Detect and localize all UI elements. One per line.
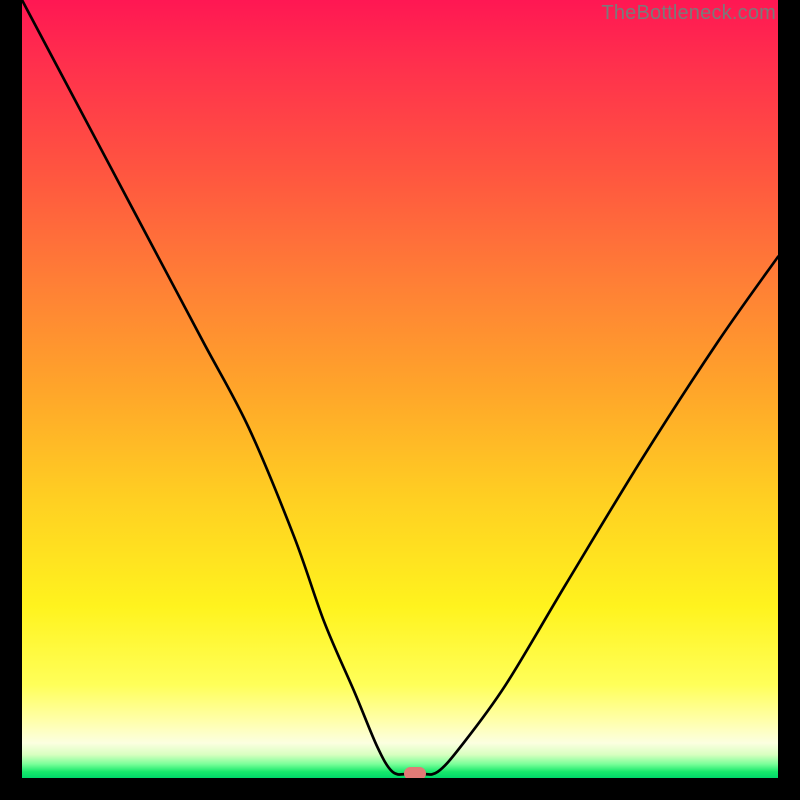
plot-area [22,0,778,778]
minimum-marker [404,767,426,778]
chart-stage: TheBottleneck.com [0,0,800,800]
watermark-text: TheBottleneck.com [601,2,776,25]
bottleneck-curve [22,0,778,774]
curve-svg [22,0,778,778]
